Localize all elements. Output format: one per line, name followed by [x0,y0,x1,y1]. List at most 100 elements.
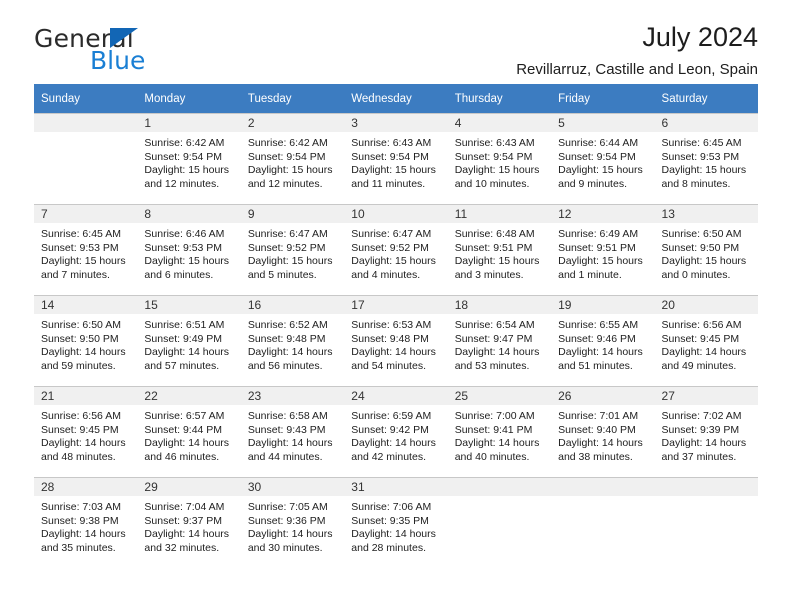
calendar-day-cell: 25 Sunrise: 7:00 AM Sunset: 9:41 PM Dayligh… [447,385,552,477]
daylight-text: Daylight: 14 hours [454,346,540,359]
day-cell-7[interactable]: 7 Sunrise: 6:45 AM Sunset: 9:53 PM Daylight… [34,204,138,294]
weekday-header: Sunday Monday Tuesday Wednesday Thursday Frid… [34,84,758,113]
day-details: Sunrise: 6:53 AM Sunset: 9:48 PM Daylight:… [344,314,447,373]
day-number: 14 [34,296,138,314]
daylight-text: Daylight: 14 hours [247,528,333,541]
day-cell-10[interactable]: 10 Sunrise: 6:47 AM Sunset: 9:52 PM Dayligh… [344,204,448,294]
day-cell-1[interactable]: 1 Sunrise: 6:42 AM Sunset: 9:54 PM Daylight… [137,113,241,203]
day-cell-9[interactable]: 9 Sunrise: 6:47 AM Sunset: 9:52 PM Daylight… [240,204,345,294]
sunset-text: Sunset: 9:41 PM [454,423,533,436]
daylight-text: and 6 minutes. [144,268,214,281]
sunrise-text: Sunrise: 6:50 AM [661,228,742,240]
day-number: 11 [447,205,552,223]
day-cell-25[interactable]: 25 Sunrise: 7:00 AM Sunset: 9:41 PM Dayligh… [447,386,552,476]
sunrise-text: Sunrise: 7:06 AM [351,501,432,513]
day-cell-6[interactable]: 6 Sunrise: 6:45 AM Sunset: 9:53 PM Daylight… [654,113,758,203]
day-cell-29[interactable]: 29 Sunrise: 7:04 AM Sunset: 9:37 PM Dayligh… [137,477,241,567]
day-cell-17[interactable]: 17 Sunrise: 6:53 AM Sunset: 9:48 PM Dayligh… [344,295,448,385]
calendar-day-cell: 11 Sunrise: 6:48 AM Sunset: 9:51 PM Dayligh… [447,203,552,295]
day-cell-12[interactable]: 12 Sunrise: 6:49 AM Sunset: 9:51 PM Dayligh… [551,204,655,294]
day-cell-23[interactable]: 23 Sunrise: 6:58 AM Sunset: 9:43 PM Dayligh… [240,386,345,476]
day-number: 20 [654,296,758,314]
sunset-text: Sunset: 9:47 PM [454,332,533,345]
day-number: 9 [240,205,345,223]
day-cell-8[interactable]: 8 Sunrise: 6:46 AM Sunset: 9:53 PM Daylight… [137,204,241,294]
sunset-text: Sunset: 9:46 PM [558,332,636,345]
calendar-week-row: 21 Sunrise: 6:56 AM Sunset: 9:45 PM Dayligh… [34,385,758,477]
day-cell-4[interactable]: 4 Sunrise: 6:43 AM Sunset: 9:54 PM Daylight… [447,113,552,203]
sunrise-text: Sunrise: 6:47 AM [247,228,328,240]
page-header: General Blue July 2024 Revillarruz, Cast… [34,0,758,78]
calendar-day-cell [654,476,758,568]
day-cell-3[interactable]: 3 Sunrise: 6:43 AM Sunset: 9:54 PM Daylight… [344,113,448,203]
day-details: Sunrise: 6:47 AM Sunset: 9:52 PM Daylight:… [344,223,447,282]
sunrise-text: Sunrise: 6:52 AM [247,319,328,331]
weekday-header-tuesday: Tuesday [240,84,345,113]
day-details: Sunrise: 6:50 AM Sunset: 9:50 PM Daylight:… [655,223,758,282]
sunrise-text: Sunrise: 6:50 AM [41,319,121,331]
day-cell-20[interactable]: 20 Sunrise: 6:56 AM Sunset: 9:45 PM Dayligh… [654,295,758,385]
calendar-day-cell: 28 Sunrise: 7:03 AM Sunset: 9:38 PM Dayligh… [34,476,138,568]
daylight-text: Daylight: 14 hours [351,528,436,541]
sunset-text: Sunset: 9:45 PM [661,332,740,345]
sunrise-text: Sunrise: 6:47 AM [351,228,432,240]
sunset-text: Sunset: 9:53 PM [41,241,119,254]
day-details: Sunrise: 7:00 AM Sunset: 9:41 PM Daylight:… [448,405,551,464]
daylight-text: and 30 minutes. [247,541,323,554]
day-details: Sunrise: 7:01 AM Sunset: 9:40 PM Daylight:… [551,405,654,464]
day-cell-28[interactable]: 28 Sunrise: 7:03 AM Sunset: 9:38 PM Dayligh… [34,477,138,567]
day-number: 21 [34,387,138,405]
daylight-text: and 40 minutes. [454,450,530,463]
day-cell-22[interactable]: 22 Sunrise: 6:57 AM Sunset: 9:44 PM Dayligh… [137,386,241,476]
calendar-day-cell: 8 Sunrise: 6:46 AM Sunset: 9:53 PM Daylight… [137,203,241,295]
day-cell-14[interactable]: 14 Sunrise: 6:50 AM Sunset: 9:50 PM Dayligh… [34,295,138,385]
daylight-text: and 32 minutes. [144,541,220,554]
daylight-text: Daylight: 15 hours [144,164,230,177]
daylight-text: Daylight: 15 hours [351,164,436,177]
calendar-day-cell: 17 Sunrise: 6:53 AM Sunset: 9:48 PM Dayligh… [344,294,448,386]
day-number: 31 [344,478,448,496]
daylight-text: Daylight: 15 hours [454,255,540,268]
generalblue-logo: General Blue [34,24,264,76]
day-details: Sunrise: 6:54 AM Sunset: 9:47 PM Daylight:… [448,314,551,373]
weekday-header-thursday: Thursday [447,84,552,113]
day-cell-24[interactable]: 24 Sunrise: 6:59 AM Sunset: 9:42 PM Dayligh… [344,386,448,476]
sunrise-text: Sunrise: 6:44 AM [558,137,639,149]
day-cell-15[interactable]: 15 Sunrise: 6:51 AM Sunset: 9:49 PM Dayligh… [137,295,241,385]
day-cell-27[interactable]: 27 Sunrise: 7:02 AM Sunset: 9:39 PM Dayligh… [654,386,758,476]
calendar-week-row: 14 Sunrise: 6:50 AM Sunset: 9:50 PM Dayligh… [34,294,758,386]
sunset-text: Sunset: 9:50 PM [41,332,119,345]
daylight-text: Daylight: 15 hours [144,255,230,268]
day-details: Sunrise: 7:03 AM Sunset: 9:38 PM Daylight:… [34,496,137,555]
day-cell-2[interactable]: 2 Sunrise: 6:42 AM Sunset: 9:54 PM Daylight… [240,113,345,203]
daylight-text: Daylight: 15 hours [454,164,540,177]
calendar-day-cell: 21 Sunrise: 6:56 AM Sunset: 9:45 PM Dayligh… [34,385,138,477]
day-details: Sunrise: 6:43 AM Sunset: 9:54 PM Daylight:… [448,132,551,191]
sunset-text: Sunset: 9:54 PM [454,150,533,163]
sunset-text: Sunset: 9:42 PM [351,423,429,436]
day-cell-16[interactable]: 16 Sunrise: 6:52 AM Sunset: 9:48 PM Dayligh… [240,295,345,385]
day-cell-empty [447,477,552,567]
day-cell-31[interactable]: 31 Sunrise: 7:06 AM Sunset: 9:35 PM Dayligh… [344,477,448,567]
day-cell-11[interactable]: 11 Sunrise: 6:48 AM Sunset: 9:51 PM Dayligh… [447,204,552,294]
sunset-text: Sunset: 9:51 PM [558,241,636,254]
daylight-text: and 3 minutes. [454,268,524,281]
calendar-day-cell: 4 Sunrise: 6:43 AM Sunset: 9:54 PM Daylight… [447,113,552,204]
sunrise-text: Sunrise: 6:58 AM [247,410,328,422]
day-number: 30 [240,478,345,496]
calendar-day-cell: 15 Sunrise: 6:51 AM Sunset: 9:49 PM Dayligh… [137,294,241,386]
day-cell-5[interactable]: 5 Sunrise: 6:44 AM Sunset: 9:54 PM Daylight… [551,113,655,203]
sunrise-text: Sunrise: 6:56 AM [41,410,121,422]
sunrise-sunset-calendar: Sunday Monday Tuesday Wednesday Thursday Frid… [34,84,758,568]
daylight-text: Daylight: 14 hours [144,528,230,541]
day-cell-30[interactable]: 30 Sunrise: 7:05 AM Sunset: 9:36 PM Dayligh… [240,477,345,567]
logo-text-blue: Blue [90,46,146,75]
sunset-text: Sunset: 9:48 PM [351,332,429,345]
day-cell-26[interactable]: 26 Sunrise: 7:01 AM Sunset: 9:40 PM Dayligh… [551,386,655,476]
day-cell-13[interactable]: 13 Sunrise: 6:50 AM Sunset: 9:50 PM Dayligh… [654,204,758,294]
day-cell-18[interactable]: 18 Sunrise: 6:54 AM Sunset: 9:47 PM Dayligh… [447,295,552,385]
day-details: Sunrise: 6:45 AM Sunset: 9:53 PM Daylight:… [34,223,137,282]
sunrise-text: Sunrise: 6:43 AM [351,137,432,149]
day-cell-21[interactable]: 21 Sunrise: 6:56 AM Sunset: 9:45 PM Dayligh… [34,386,138,476]
day-cell-19[interactable]: 19 Sunrise: 6:55 AM Sunset: 9:46 PM Dayligh… [551,295,655,385]
